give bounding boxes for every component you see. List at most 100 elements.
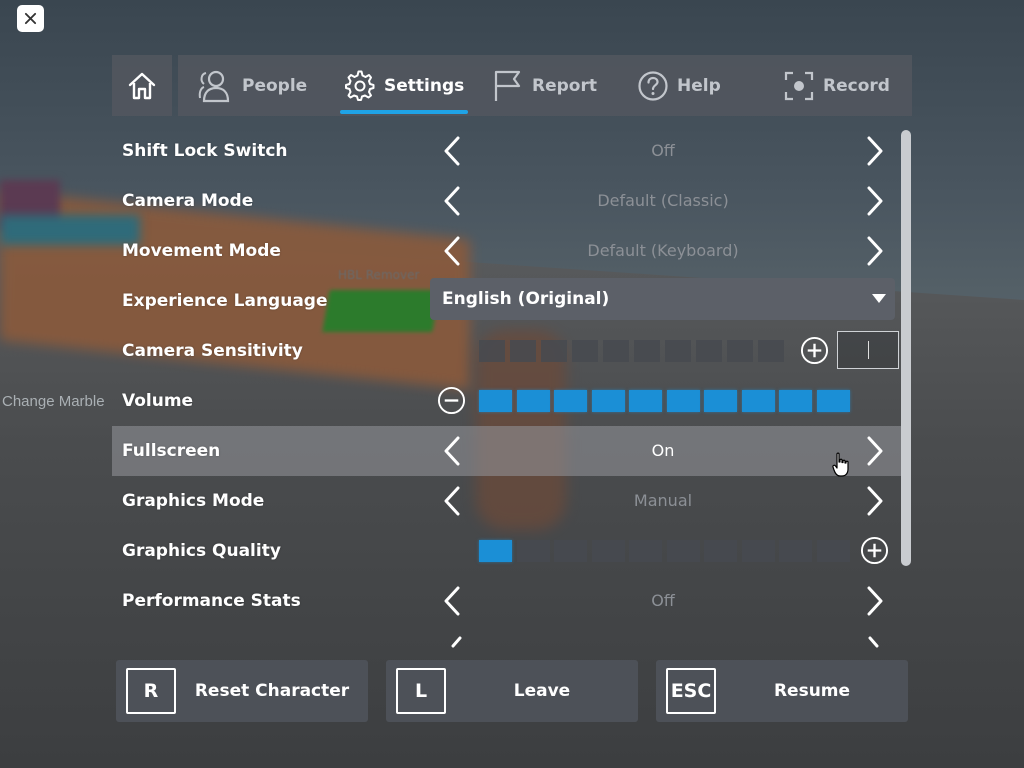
setting-row-language: Experience Language English (Original) <box>112 276 902 326</box>
chevron-left-icon <box>444 236 460 266</box>
slider-segment[interactable] <box>510 340 536 362</box>
setting-label: Experience Language <box>122 291 328 311</box>
dropdown-selected-value: English (Original) <box>442 289 610 309</box>
slider-segment[interactable] <box>816 390 850 412</box>
slider-segment[interactable] <box>704 540 737 562</box>
slider-segment[interactable] <box>704 390 737 412</box>
previous-option-button[interactable] <box>437 136 467 166</box>
previous-option-button[interactable] <box>437 586 467 616</box>
settings-list[interactable]: Shift Lock Switch Off Camera Mode Defaul… <box>112 126 902 648</box>
slider-segment[interactable] <box>516 540 550 562</box>
next-option-button[interactable] <box>860 236 890 266</box>
next-option-button[interactable] <box>860 586 890 616</box>
tab-settings[interactable]: Settings <box>340 55 469 116</box>
setting-label: Camera Sensitivity <box>122 341 303 361</box>
people-icon <box>198 70 230 102</box>
setting-row-graphics-mode: Graphics Mode Manual <box>112 476 902 526</box>
previous-option-button[interactable] <box>437 486 467 516</box>
setting-row-shift-lock: Shift Lock Switch Off <box>112 126 902 176</box>
resume-button[interactable]: ESC Resume <box>656 660 908 722</box>
setting-label: Movement Mode <box>122 241 281 261</box>
setting-value: Off <box>651 591 675 610</box>
tab-settings-label: Settings <box>384 75 465 96</box>
slider-segment[interactable] <box>727 340 753 362</box>
chevron-left-icon <box>451 636 462 648</box>
slider-segment[interactable] <box>554 390 587 412</box>
setting-label: Camera Mode <box>122 191 254 211</box>
slider-segment[interactable] <box>591 540 625 562</box>
slider-segment[interactable] <box>479 540 512 562</box>
next-option-button[interactable] <box>860 136 890 166</box>
slider-segment[interactable] <box>779 390 812 412</box>
help-icon <box>638 70 668 101</box>
slider-segment[interactable] <box>603 340 629 362</box>
menu-tab-bar: People Settings Report Help Record <box>112 55 912 116</box>
plus-circle-icon[interactable] <box>800 336 829 365</box>
chevron-right-icon <box>867 136 883 166</box>
slider-segment[interactable] <box>629 390 662 412</box>
slider-segment[interactable] <box>634 340 660 362</box>
close-button[interactable] <box>17 5 44 32</box>
slider-segment[interactable] <box>758 340 784 362</box>
tab-help[interactable]: Help <box>637 55 721 116</box>
slider-segment[interactable] <box>741 540 775 562</box>
setting-label: Fullscreen <box>122 441 221 461</box>
setting-row-movement-mode: Movement Mode Default (Keyboard) <box>112 226 902 276</box>
setting-row-partial <box>112 626 902 648</box>
sensitivity-input[interactable] <box>837 331 899 369</box>
previous-option-button[interactable] <box>437 186 467 216</box>
next-option-button[interactable] <box>860 186 890 216</box>
tab-home[interactable] <box>112 55 172 116</box>
previous-option-button[interactable] <box>437 436 467 466</box>
chevron-left-icon <box>444 486 460 516</box>
slider-segment[interactable] <box>741 390 775 412</box>
slider-segment[interactable] <box>479 390 512 412</box>
next-option-button[interactable] <box>860 486 890 516</box>
chevron-right-icon <box>867 586 883 616</box>
tab-people-label: People <box>242 75 308 96</box>
slider-segment[interactable] <box>516 390 550 412</box>
button-label: Leave <box>513 681 571 701</box>
slider-segment[interactable] <box>554 540 587 562</box>
setting-value: Default (Keyboard) <box>587 241 739 260</box>
slider-segment[interactable] <box>666 390 700 412</box>
setting-row-performance-stats: Performance Stats Off <box>112 576 902 626</box>
slider-segment[interactable] <box>779 540 812 562</box>
button-label: Reset Character <box>194 681 350 701</box>
chevron-left-icon <box>444 136 460 166</box>
tab-record[interactable]: Record <box>783 55 890 116</box>
world-label: Change Marble <box>2 393 105 410</box>
setting-label: Graphics Mode <box>122 491 265 511</box>
tab-help-label: Help <box>677 75 721 96</box>
slider-segment[interactable] <box>666 540 700 562</box>
chevron-left-icon <box>444 186 460 216</box>
slider-segment[interactable] <box>696 340 722 362</box>
hotkey-badge: L <box>396 668 446 714</box>
setting-label: Performance Stats <box>122 591 301 611</box>
slider-segment[interactable] <box>479 340 505 362</box>
slider-segment[interactable] <box>541 340 567 362</box>
active-tab-indicator <box>340 110 469 114</box>
minus-circle-icon[interactable] <box>437 386 466 415</box>
chevron-right-icon <box>867 236 883 266</box>
tab-people[interactable]: People <box>196 55 307 116</box>
setting-row-graphics-quality: Graphics Quality <box>112 526 902 576</box>
slider-segment[interactable] <box>629 540 662 562</box>
next-option-button[interactable] <box>860 436 890 466</box>
reset-character-button[interactable]: R Reset Character <box>116 660 368 722</box>
slider-segment[interactable] <box>591 390 625 412</box>
settings-scrollbar[interactable] <box>901 130 911 566</box>
plus-circle-icon[interactable] <box>860 536 889 565</box>
leave-button[interactable]: L Leave <box>386 660 638 722</box>
hand-cursor-icon <box>832 452 849 477</box>
chevron-right-icon <box>867 186 883 216</box>
previous-option-button[interactable] <box>437 236 467 266</box>
slider-segment[interactable] <box>816 540 850 562</box>
tab-report[interactable]: Report <box>492 55 597 116</box>
language-dropdown[interactable]: English (Original) <box>430 278 895 320</box>
setting-value: On <box>651 441 675 460</box>
slider-segment[interactable] <box>572 340 598 362</box>
chevron-right-icon <box>867 436 883 466</box>
gear-icon <box>345 70 375 101</box>
slider-segment[interactable] <box>665 340 691 362</box>
